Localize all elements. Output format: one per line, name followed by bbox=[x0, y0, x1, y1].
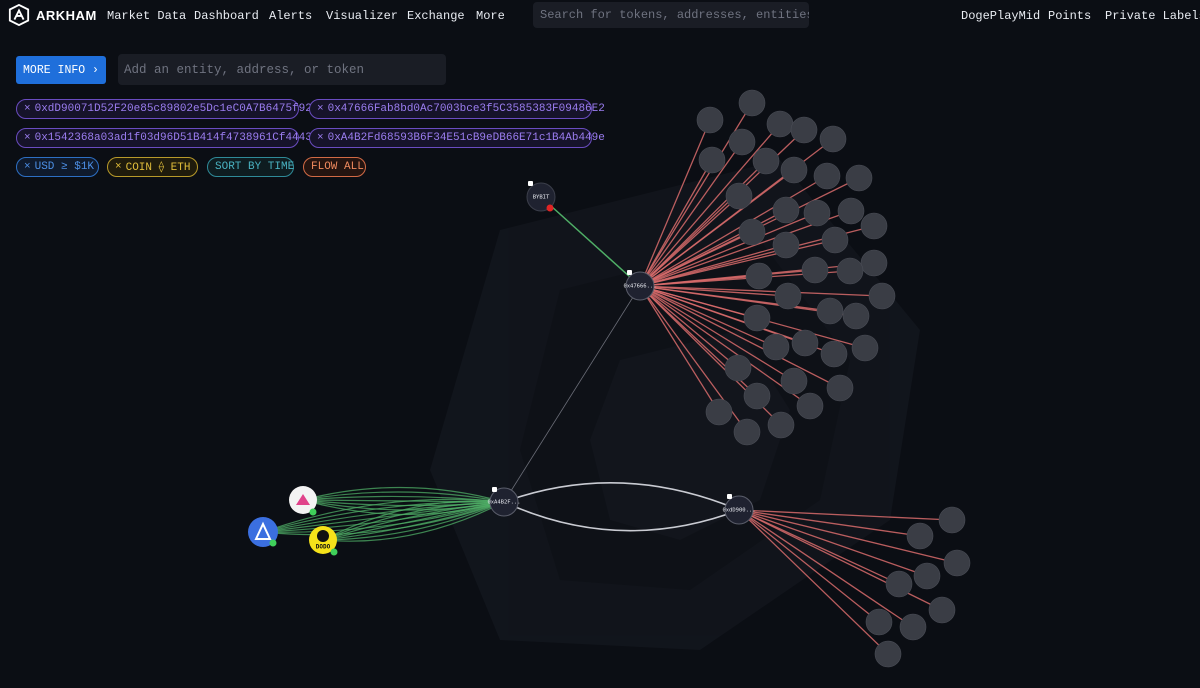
address-node[interactable] bbox=[813, 162, 841, 190]
address-node[interactable] bbox=[928, 596, 956, 624]
address-node[interactable] bbox=[724, 354, 752, 382]
address-node[interactable] bbox=[743, 304, 771, 332]
address-node[interactable] bbox=[874, 640, 902, 668]
address-node[interactable] bbox=[791, 329, 819, 357]
address-node[interactable] bbox=[743, 382, 771, 410]
lock-icon bbox=[627, 270, 632, 275]
address-node[interactable] bbox=[705, 398, 733, 426]
right-hub-label: 0xdD900... bbox=[722, 508, 755, 514]
address-node[interactable] bbox=[696, 106, 724, 134]
address-node[interactable] bbox=[821, 226, 849, 254]
address-node[interactable] bbox=[725, 182, 753, 210]
address-node[interactable] bbox=[913, 562, 941, 590]
dodo-label: DODO bbox=[316, 544, 331, 551]
address-node[interactable] bbox=[745, 262, 773, 290]
address-node[interactable] bbox=[772, 231, 800, 259]
address-node[interactable] bbox=[698, 146, 726, 174]
address-node[interactable] bbox=[820, 340, 848, 368]
address-node[interactable] bbox=[860, 212, 888, 240]
address-node[interactable] bbox=[860, 249, 888, 277]
address-node[interactable] bbox=[816, 297, 844, 325]
lock-icon bbox=[528, 181, 533, 186]
address-node[interactable] bbox=[780, 156, 808, 184]
address-node[interactable] bbox=[819, 125, 847, 153]
address-node[interactable] bbox=[826, 374, 854, 402]
address-node[interactable] bbox=[842, 302, 870, 330]
address-node[interactable] bbox=[738, 89, 766, 117]
address-node[interactable] bbox=[865, 608, 893, 636]
upper-hub-label: 0x47666... bbox=[623, 284, 656, 290]
address-node[interactable] bbox=[851, 334, 879, 362]
token-logo-icon[interactable] bbox=[248, 517, 278, 547]
address-node[interactable] bbox=[780, 367, 808, 395]
address-node[interactable] bbox=[803, 199, 831, 227]
address-node[interactable] bbox=[772, 196, 800, 224]
address-node[interactable] bbox=[836, 257, 864, 285]
lock-icon bbox=[492, 487, 497, 492]
address-node[interactable] bbox=[801, 256, 829, 284]
address-node[interactable] bbox=[767, 411, 795, 439]
address-node[interactable] bbox=[845, 164, 873, 192]
address-node[interactable] bbox=[733, 418, 761, 446]
address-node[interactable] bbox=[752, 147, 780, 175]
address-node[interactable] bbox=[943, 549, 971, 577]
bybit-node[interactable]: BYBIT bbox=[526, 181, 556, 212]
address-node[interactable] bbox=[738, 218, 766, 246]
address-node[interactable] bbox=[766, 110, 794, 138]
address-node[interactable] bbox=[728, 128, 756, 156]
address-node[interactable] bbox=[885, 570, 913, 598]
middle-hub-label: 0xA4B2F... bbox=[487, 500, 520, 506]
address-node[interactable] bbox=[790, 116, 818, 144]
polygon-logo-icon[interactable] bbox=[289, 486, 317, 516]
address-node[interactable] bbox=[906, 522, 934, 550]
bybit-label: BYBIT bbox=[533, 195, 550, 201]
address-node[interactable] bbox=[774, 282, 802, 310]
exchange-badge-icon bbox=[546, 204, 554, 212]
transaction-graph[interactable]: BYBIT 0x47666... 0xA4B2F... 0xdD900... D… bbox=[0, 0, 1200, 688]
address-node[interactable] bbox=[796, 392, 824, 420]
address-node[interactable] bbox=[837, 197, 865, 225]
address-node[interactable] bbox=[868, 282, 896, 310]
address-node[interactable] bbox=[899, 613, 927, 641]
address-node[interactable] bbox=[938, 506, 966, 534]
address-node[interactable] bbox=[762, 333, 790, 361]
lock-icon bbox=[727, 494, 732, 499]
